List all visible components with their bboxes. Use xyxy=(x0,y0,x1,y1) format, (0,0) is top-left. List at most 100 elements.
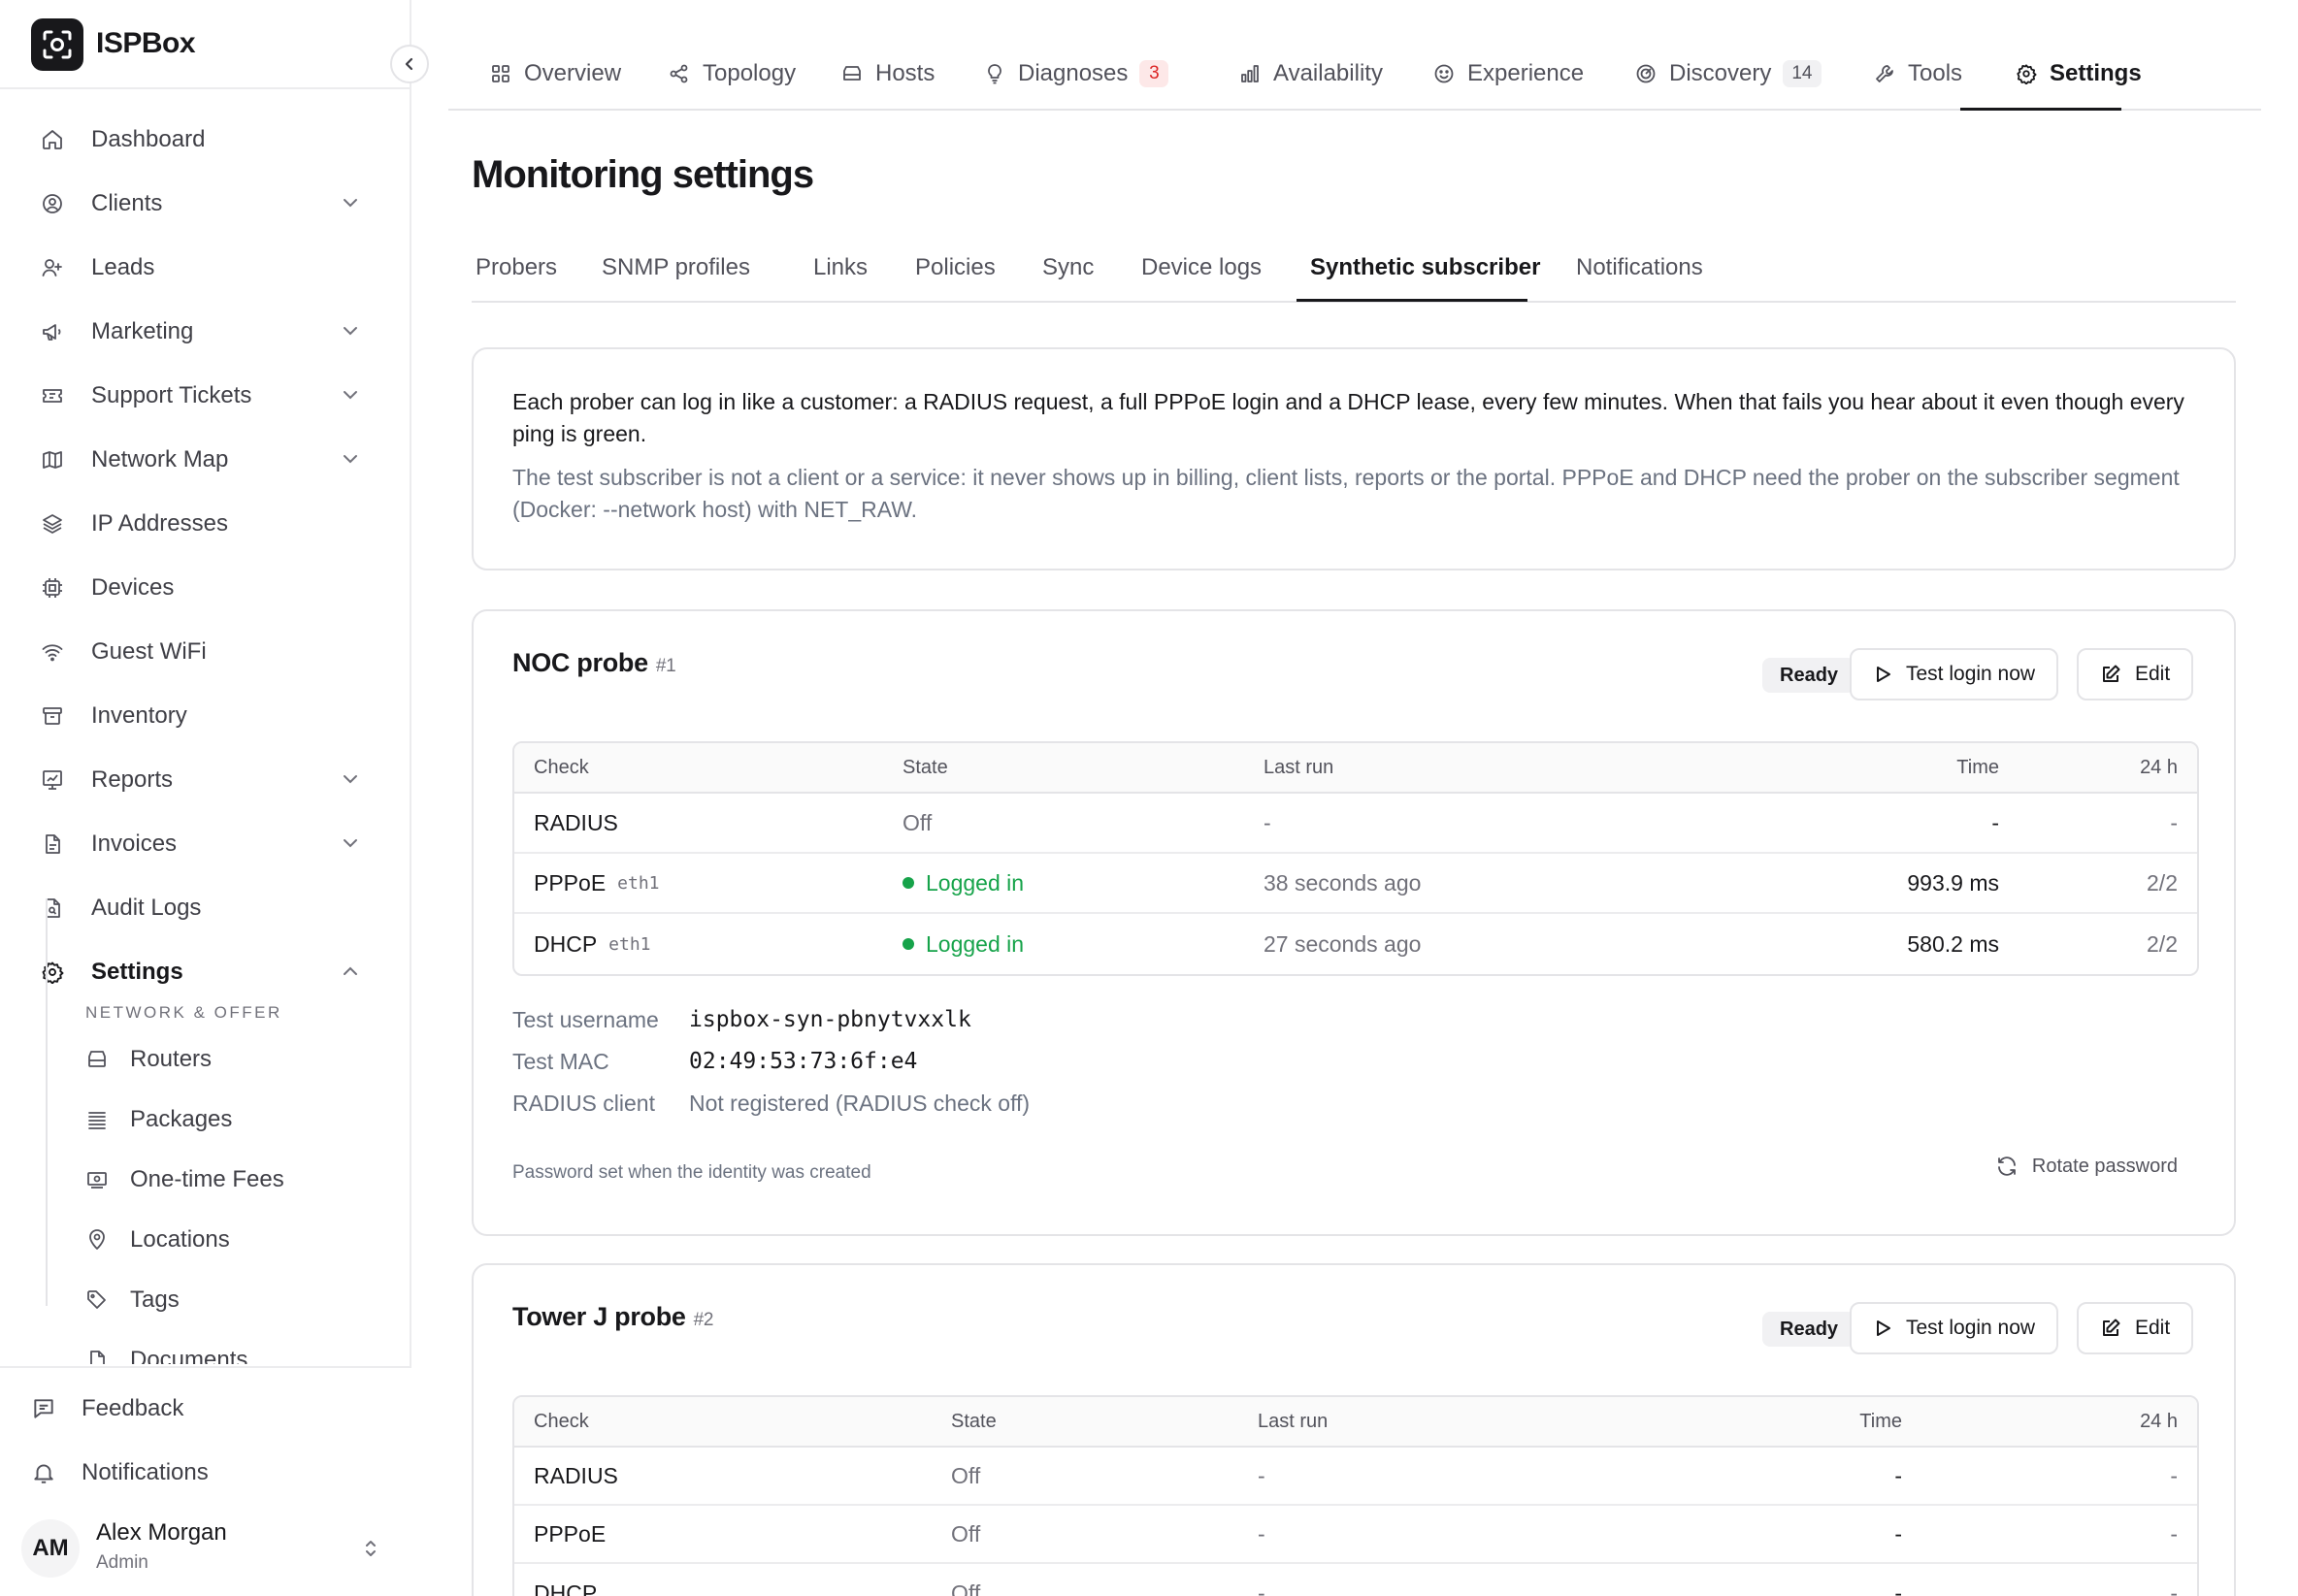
column-header: 24 h xyxy=(2140,1410,2178,1432)
subtab-probers[interactable]: Probers xyxy=(476,254,557,281)
test-login-button[interactable]: Test login now xyxy=(1850,1302,2059,1354)
app-logo-icon[interactable] xyxy=(31,18,83,71)
subtab-synthetic-subscriber[interactable]: Synthetic subscriber xyxy=(1310,254,1540,281)
test-login-button[interactable]: Test login now xyxy=(1850,648,2059,700)
sidebar-item-ip-addresses[interactable]: IP Addresses xyxy=(23,497,384,551)
tab-label: Experience xyxy=(1467,60,1585,86)
probe-title: NOC probe #1 xyxy=(512,648,676,678)
sidebar-subitem-label: Tags xyxy=(130,1287,180,1313)
password-note: Password set when the identity was creat… xyxy=(512,1162,871,1183)
sidebar-item-guest-wifi[interactable]: Guest WiFi xyxy=(23,625,384,679)
subtab-notifications[interactable]: Notifications xyxy=(1576,254,1703,281)
tab-label: Tools xyxy=(1908,60,1963,86)
sidebar-item-label: Guest WiFi xyxy=(91,638,207,665)
subtab-sync[interactable]: Sync xyxy=(1042,254,1094,281)
sidebar-item-network-map[interactable]: Network Map xyxy=(23,433,384,487)
check-name-cell: DHCP eth1 xyxy=(534,914,651,974)
sidebar-item-dashboard[interactable]: Dashboard xyxy=(23,113,384,167)
column-header: Last run xyxy=(1258,1410,1329,1432)
sidebar-subitem-tags[interactable]: Tags xyxy=(70,1273,380,1327)
notifications-button[interactable]: Notifications xyxy=(21,1446,390,1500)
app-name: ISPBox xyxy=(96,27,196,59)
sidebar-item-reports[interactable]: Reports xyxy=(23,753,384,807)
probe-number: #2 xyxy=(693,1310,714,1330)
sidebar-subitem-packages[interactable]: Packages xyxy=(70,1092,380,1147)
collapse-sidebar-button[interactable] xyxy=(390,45,429,83)
chevron-down-icon[interactable] xyxy=(340,384,361,406)
chevron-down-icon[interactable] xyxy=(340,832,361,854)
grid-icon xyxy=(489,62,512,85)
tab-overview[interactable]: Overview xyxy=(489,58,621,89)
subtab-links[interactable]: Links xyxy=(813,254,868,281)
check-state: Off xyxy=(903,809,933,835)
file-icon xyxy=(39,831,66,858)
chevron-down-icon[interactable] xyxy=(340,448,361,470)
chevron-up-icon[interactable] xyxy=(340,961,361,982)
sidebar-subitem-documents[interactable]: Documents xyxy=(70,1333,380,1364)
column-header: Check xyxy=(534,756,589,778)
map-icon xyxy=(39,446,66,473)
tab-experience[interactable]: Experience xyxy=(1432,58,1584,89)
sidebar-item-audit-logs[interactable]: Audit Logs xyxy=(23,881,384,935)
tab-tools[interactable]: Tools xyxy=(1873,58,1962,89)
chevron-down-icon[interactable] xyxy=(340,192,361,213)
sidebar-item-invoices[interactable]: Invoices xyxy=(23,817,384,871)
check-name: DHCP xyxy=(534,930,598,957)
test-mac-value[interactable]: 02:49:53:73:6f:e4 xyxy=(689,1049,917,1074)
chip-icon xyxy=(39,574,66,602)
last-run: - xyxy=(1264,809,1271,835)
sidebar-item-clients[interactable]: Clients xyxy=(23,177,384,231)
column-header: Time xyxy=(1956,756,1999,778)
tab-availability[interactable]: Availability xyxy=(1238,58,1383,89)
tab-diagnoses[interactable]: Diagnoses 3 xyxy=(983,58,1169,89)
sidebar-item-support-tickets[interactable]: Support Tickets xyxy=(23,369,384,423)
tab-label: Topology xyxy=(703,60,797,86)
sidebar-subitem-routers[interactable]: Routers xyxy=(70,1032,380,1087)
check-name: PPPoE xyxy=(534,1520,607,1547)
sidebar-item-settings[interactable]: Settings xyxy=(23,945,384,999)
check-time: - xyxy=(1894,1520,1902,1547)
sidebar-item-marketing[interactable]: Marketing xyxy=(23,305,384,359)
tab-discovery[interactable]: Discovery 14 xyxy=(1634,58,1822,89)
subtab-device-logs[interactable]: Device logs xyxy=(1141,254,1262,281)
sidebar-subitem-locations[interactable]: Locations xyxy=(70,1213,380,1267)
sidebar-item-label: Settings xyxy=(91,959,183,985)
table-row: RADIUS Off - - - xyxy=(514,794,2197,854)
discovery-count-badge: 14 xyxy=(1783,60,1822,87)
column-header: Time xyxy=(1859,1410,1902,1432)
table-header: Check State Last run Time 24 h xyxy=(514,743,2197,794)
edit-button[interactable]: Edit xyxy=(2077,1302,2194,1354)
stack-icon xyxy=(85,1108,109,1131)
sidebar-item-label: Support Tickets xyxy=(91,382,252,408)
table-row: DHCP eth1 Logged in 27 seconds ago 580.2 … xyxy=(514,914,2197,974)
test-username-value[interactable]: ispbox-syn-pbnytvxxlk xyxy=(689,1007,971,1032)
tab-hosts[interactable]: Hosts xyxy=(840,58,935,89)
subtab-snmp-profiles[interactable]: SNMP profiles xyxy=(602,254,750,281)
ticket-icon xyxy=(39,382,66,409)
sidebar-item-devices[interactable]: Devices xyxy=(23,561,384,615)
tab-settings[interactable]: Settings xyxy=(2015,58,2142,89)
edit-label: Edit xyxy=(2135,663,2171,685)
status-badge: Ready xyxy=(1762,1312,1856,1347)
check-time: - xyxy=(1991,809,1999,835)
bell-icon xyxy=(31,1460,56,1485)
last-run: - xyxy=(1258,1520,1265,1547)
edit-button[interactable]: Edit xyxy=(2077,648,2194,700)
submenu-guide-line xyxy=(46,898,48,1306)
chevron-down-icon[interactable] xyxy=(340,768,361,790)
check-state: Logged in xyxy=(926,930,1025,957)
subtab-policies[interactable]: Policies xyxy=(915,254,996,281)
sidebar-item-inventory[interactable]: Inventory xyxy=(23,689,384,743)
user-menu[interactable]: AM Alex Morgan Admin xyxy=(21,1514,390,1583)
sidebar-item-label: IP Addresses xyxy=(91,510,228,537)
rotate-password-button[interactable]: Rotate password xyxy=(1995,1155,2178,1178)
feedback-button[interactable]: Feedback xyxy=(21,1382,390,1436)
tab-topology[interactable]: Topology xyxy=(668,58,796,89)
chevron-down-icon[interactable] xyxy=(340,320,361,342)
server-icon xyxy=(840,62,864,85)
sidebar-item-leads[interactable]: Leads xyxy=(23,241,384,295)
sidebar-item-label: Leads xyxy=(91,254,155,280)
play-icon xyxy=(1873,665,1892,684)
check-24h: - xyxy=(2170,1580,2178,1596)
sidebar-subitem-one-time-fees[interactable]: One-time Fees xyxy=(70,1153,380,1207)
